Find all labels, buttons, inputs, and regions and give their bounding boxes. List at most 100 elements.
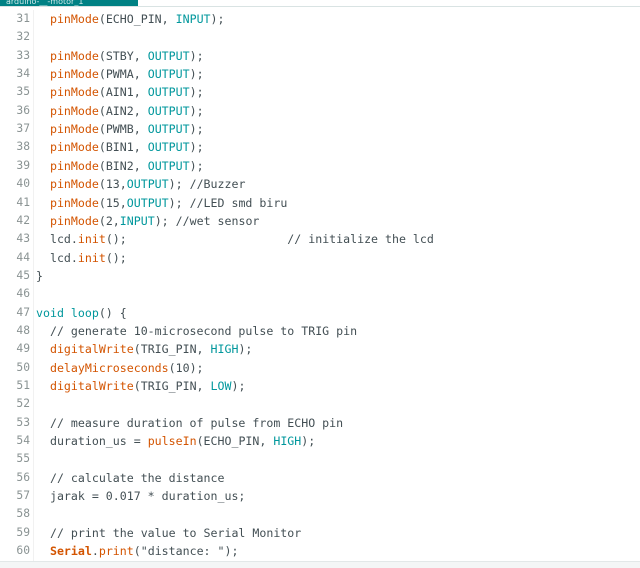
token-const: OUTPUT: [126, 195, 169, 210]
token-const: LOW: [210, 379, 232, 393]
token-const: OUTPUT: [147, 85, 190, 100]
token-cls: Serial: [49, 544, 92, 559]
code-line[interactable]: 51 digitalWrite(TRIG_PIN, LOW);: [0, 377, 640, 395]
token-fn: pinMode: [49, 67, 99, 82]
token-text: );: [189, 103, 204, 118]
token-const: INPUT: [175, 12, 211, 26]
code-text: pinMode(2,INPUT); //wet sensor: [36, 212, 259, 230]
code-line[interactable]: 35 pinMode(AIN1, OUTPUT);: [0, 83, 640, 101]
token-const: INPUT: [119, 213, 155, 228]
token-fn: pinMode: [49, 140, 99, 155]
token-text: // print the value to Serial Monitor: [36, 525, 302, 540]
token-text: // generate 10-microsecond pulse to TRIG…: [36, 323, 358, 338]
token-text: );: [210, 12, 225, 26]
token-text: );: [238, 342, 253, 357]
token-fn: init: [77, 232, 106, 247]
line-number: 36: [16, 103, 30, 117]
code-line[interactable]: 60 Serial.print("distance: ");: [0, 542, 640, 560]
line-number: 57: [16, 489, 30, 503]
code-line[interactable]: 57 jarak = 0.017 * duration_us;: [0, 487, 640, 505]
token-text: (STBY,: [98, 48, 148, 63]
line-number: 53: [16, 415, 30, 429]
code-text: pinMode(BIN2, OUTPUT);: [36, 157, 204, 175]
code-line[interactable]: 36 pinMode(AIN2, OUTPUT);: [0, 102, 640, 120]
code-line[interactable]: 38 pinMode(BIN1, OUTPUT);: [0, 138, 640, 156]
line-number: 52: [16, 397, 30, 411]
line-number: 44: [16, 250, 30, 264]
code-text: // measure duration of pulse from ECHO p…: [36, 414, 343, 432]
token-const: OUTPUT: [147, 122, 190, 137]
code-text: pinMode(STBY, OUTPUT);: [36, 47, 204, 65]
token-text: );: [189, 48, 204, 63]
line-number: 45: [16, 268, 30, 282]
code-text: pinMode(ECHO_PIN, INPUT);: [36, 10, 225, 28]
line-number: 59: [16, 525, 30, 539]
code-line[interactable]: 59 // print the value to Serial Monitor: [0, 524, 640, 542]
line-number: 42: [16, 213, 30, 227]
token-text: // calculate the distance: [36, 470, 225, 485]
token-text: (BIN2,: [98, 158, 148, 173]
code-line[interactable]: 49 digitalWrite(TRIG_PIN, HIGH);: [0, 340, 640, 358]
code-line[interactable]: 47 void loop() {: [0, 304, 640, 322]
code-line[interactable]: 37 pinMode(PWMB, OUTPUT);: [0, 120, 640, 138]
code-text: lcd.init();: [36, 249, 127, 267]
line-number: 43: [16, 232, 30, 246]
code-line[interactable]: 52: [0, 395, 640, 413]
line-number: 38: [16, 140, 30, 154]
token-const: HIGH: [273, 434, 302, 449]
line-number: 47: [16, 305, 30, 319]
code-line[interactable]: 41 pinMode(15,OUTPUT); //LED smd biru: [0, 194, 640, 212]
line-number: 40: [16, 177, 30, 191]
token-const: OUTPUT: [147, 48, 190, 63]
code-line[interactable]: 32: [0, 28, 640, 46]
line-number: 54: [16, 434, 30, 448]
token-fn: pinMode: [49, 85, 99, 100]
code-line[interactable]: 45}: [0, 267, 640, 285]
token-text: () {: [98, 305, 127, 320]
code-text: Serial.print("distance: ");: [36, 542, 238, 560]
token-text: ();: [105, 250, 127, 265]
code-line[interactable]: 54 duration_us = pulseIn(ECHO_PIN, HIGH)…: [0, 432, 640, 450]
code-line[interactable]: 39 pinMode(BIN2, OUTPUT);: [0, 157, 640, 175]
code-text: delayMicroseconds(10);: [36, 359, 204, 377]
token-text: duration_us =: [36, 434, 148, 449]
code-line[interactable]: 42 pinMode(2,INPUT); //wet sensor: [0, 212, 640, 230]
code-editor[interactable]: 31 pinMode(ECHO_PIN, INPUT); 32 33 pinMode…: [0, 10, 640, 561]
line-number: 33: [16, 48, 30, 62]
token-text: );: [189, 140, 204, 155]
code-text: pinMode(PWMA, OUTPUT);: [36, 65, 204, 83]
code-line[interactable]: 56 // calculate the distance: [0, 469, 640, 487]
line-number: 39: [16, 158, 30, 172]
code-line[interactable]: 34 pinMode(PWMA, OUTPUT);: [0, 65, 640, 83]
code-line[interactable]: 46: [0, 285, 640, 303]
token-fn: pinMode: [49, 158, 99, 173]
token-text: (TRIG_PIN,: [133, 379, 211, 393]
code-text: lcd.init(); // initialize the lcd: [36, 230, 434, 248]
token-fn: digitalWrite: [49, 379, 134, 393]
token-text: }: [36, 268, 43, 283]
code-line[interactable]: 44 lcd.init();: [0, 249, 640, 267]
token-const: OUTPUT: [147, 140, 190, 155]
code-text: pinMode(15,OUTPUT); //LED smd biru: [36, 194, 287, 212]
code-line[interactable]: 50 delayMicroseconds(10);: [0, 359, 640, 377]
code-line[interactable]: 33 pinMode(STBY, OUTPUT);: [0, 47, 640, 65]
tab-sketch[interactable]: arduino-__-motor_1: [0, 0, 138, 6]
token-fn: pinMode: [49, 103, 99, 118]
token-text: jarak = 0.017 * duration_us;: [36, 489, 246, 504]
line-number: 55: [16, 452, 30, 466]
code-line[interactable]: 48 // generate 10-microsecond pulse to T…: [0, 322, 640, 340]
token-text: ); //Buzzer: [168, 177, 246, 192]
code-line[interactable]: 58: [0, 505, 640, 523]
code-text: pinMode(AIN1, OUTPUT);: [36, 83, 204, 101]
token-const: OUTPUT: [147, 158, 190, 173]
code-line[interactable]: 40 pinMode(13,OUTPUT); //Buzzer: [0, 175, 640, 193]
code-line[interactable]: 55: [0, 450, 640, 468]
code-line[interactable]: 43 lcd.init(); // initialize the lcd: [0, 230, 640, 248]
code-line[interactable]: 53 // measure duration of pulse from ECH…: [0, 414, 640, 432]
code-line[interactable]: 31 pinMode(ECHO_PIN, INPUT);: [0, 10, 640, 28]
